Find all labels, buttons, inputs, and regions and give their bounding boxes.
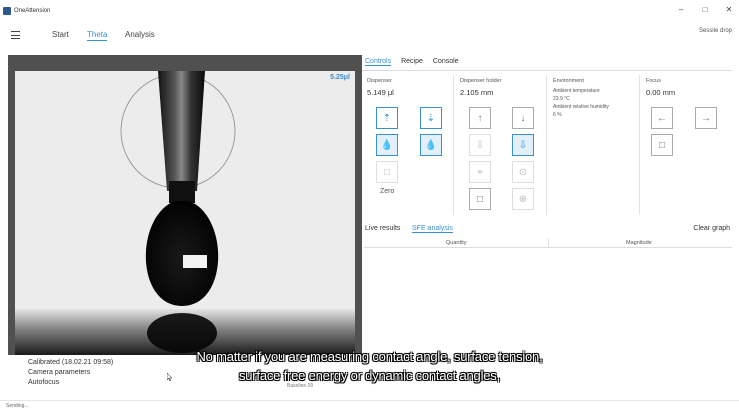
tab-analysis[interactable]: Analysis <box>125 30 155 39</box>
holder-target-button[interactable]: ⊕ <box>512 188 534 210</box>
drop-volume-readout: 5.25μl <box>330 74 350 81</box>
focus-stop-button[interactable]: □ <box>651 134 673 156</box>
dispenser-volume: 5.149 μl <box>367 88 394 97</box>
tab-live-results[interactable]: Live results <box>365 225 400 232</box>
close-button[interactable]: ✕ <box>723 5 735 15</box>
temperature-value: 23.9 °C <box>553 96 570 102</box>
focus-right-button[interactable]: → <box>695 107 717 129</box>
minimize-button[interactable]: – <box>675 5 687 15</box>
status-bar: Sending... <box>0 400 739 415</box>
holder-stop-button[interactable]: □ <box>469 188 491 210</box>
column-magnitude: Magnitude <box>626 240 652 246</box>
environment-section: Environment Ambient temperature 23.9 °C … <box>548 75 640 215</box>
window-controls: – □ ✕ <box>675 5 735 15</box>
mouse-cursor-icon <box>167 373 172 381</box>
tab-controls[interactable]: Controls <box>365 58 392 66</box>
arrow-left-icon: ← <box>657 112 667 124</box>
app-logo-icon <box>3 7 11 15</box>
location-pin-icon: ⊙ <box>518 166 528 178</box>
column-quantity: Quantity <box>446 240 467 246</box>
column-divider <box>548 239 549 248</box>
syringe-up-icon: ⇡ <box>382 112 392 124</box>
zero-button[interactable]: □ <box>376 161 398 183</box>
holder-down-button[interactable]: ↓ <box>512 107 534 129</box>
focus-value: 0.00 mm <box>646 88 676 97</box>
tabs-divider <box>362 70 732 71</box>
tab-sfe-analysis[interactable]: SFE analysis <box>412 225 453 233</box>
tab-start[interactable]: Start <box>52 30 69 39</box>
menu-icon[interactable] <box>11 31 20 39</box>
focus-title: Focus <box>646 78 661 84</box>
needle-down-icon: ⇩ <box>518 139 528 151</box>
camera-frame: 5.25μl <box>8 55 362 355</box>
holder-goto-position-button[interactable]: ⌖ <box>469 161 491 183</box>
stop-icon: □ <box>658 139 666 151</box>
holder-needle-active-button[interactable]: ⇩ <box>512 134 534 156</box>
tab-theta[interactable]: Theta <box>87 30 108 41</box>
needle-down-icon: ⇩ <box>475 139 485 151</box>
humidity-label: Ambient relative humidity <box>553 104 609 110</box>
tab-console[interactable]: Console <box>433 58 459 66</box>
measurement-mode[interactable]: Sessile drop <box>699 28 732 34</box>
focus-section: Focus 0.00 mm ← → □ <box>641 75 733 215</box>
dispenser-title: Dispenser <box>367 78 392 84</box>
dispense-drop-button[interactable]: 💧 <box>376 134 398 156</box>
arrow-up-icon: ↑ <box>477 112 483 124</box>
stop-icon: □ <box>476 193 484 205</box>
dispense-up-button[interactable]: ⇡ <box>376 107 398 129</box>
panel-tabs: Controls Recipe Console <box>365 58 459 66</box>
retract-drop-button[interactable]: 💧 <box>420 134 442 156</box>
clear-graph-button[interactable]: Clear graph <box>693 225 730 232</box>
droplet-image <box>15 71 355 355</box>
holder-position: 2.105 mm <box>460 88 494 97</box>
holder-up-button[interactable]: ↑ <box>469 107 491 129</box>
dispense-down-button[interactable]: ⇣ <box>420 107 442 129</box>
tab-recipe[interactable]: Recipe <box>401 58 423 66</box>
arrow-right-icon: → <box>701 112 711 124</box>
holder-needle-down-button[interactable]: ⇩ <box>469 134 491 156</box>
subtitle-line-2: surface free energy or dynamic contact a… <box>238 368 501 383</box>
drop-icon: 💧 <box>424 139 438 151</box>
holder-title: Dispenser holder <box>460 78 502 84</box>
window-title: OneAttension <box>14 8 51 14</box>
humidity-value: 6 % <box>553 112 562 118</box>
temperature-label: Ambient temperature <box>553 88 600 94</box>
maximize-button[interactable]: □ <box>699 5 711 15</box>
zero-label: Zero <box>380 188 395 195</box>
location-pin-icon: ⌖ <box>477 166 483 178</box>
results-tabs: Live results SFE analysis Clear graph <box>362 223 732 236</box>
drop-icon: 💧 <box>380 139 394 151</box>
holder-section: Dispenser holder 2.105 mm ↑ ↓ ⇩ ⇩ ⌖ ⊙ □ … <box>455 75 547 215</box>
nav-bar: Start Theta Analysis Sessile drop <box>0 22 739 50</box>
stop-icon: □ <box>383 166 391 178</box>
environment-title: Environment <box>553 78 584 84</box>
holder-set-position-button[interactable]: ⊙ <box>512 161 534 183</box>
syringe-down-icon: ⇣ <box>426 112 436 124</box>
control-panel: Controls Recipe Console Dispenser 5.149 … <box>362 55 737 355</box>
subtitle-line-1: No matter if you are measuring contact a… <box>196 349 543 364</box>
arrow-down-icon: ↓ <box>520 112 526 124</box>
focus-left-button[interactable]: ← <box>651 107 673 129</box>
camera-live-view: 5.25μl <box>15 71 355 355</box>
status-text: Sending... <box>6 403 29 409</box>
dispenser-section: Dispenser 5.149 μl ⇡ ⇣ 💧 💧 □ Zero <box>362 75 454 215</box>
baseline-label: Baseline 09 <box>287 383 314 389</box>
results-table-header: Quantity Magnitude <box>364 239 732 248</box>
target-icon: ⊕ <box>518 193 528 205</box>
title-bar: OneAttension – □ ✕ <box>0 0 739 22</box>
